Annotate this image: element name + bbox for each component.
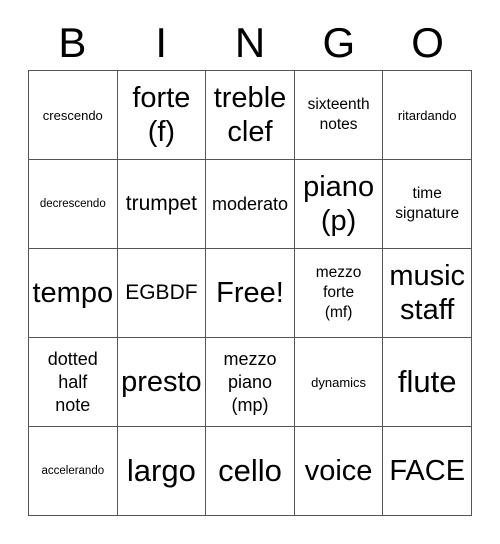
bingo-cell[interactable]: presto bbox=[117, 338, 207, 427]
bingo-cell-label: trumpet bbox=[125, 192, 197, 215]
bingo-cell[interactable]: dynamics bbox=[294, 338, 384, 427]
bingo-cell[interactable]: sixteenth notes bbox=[294, 71, 384, 160]
bingo-cell-label: mezzo forte (mf) bbox=[315, 264, 362, 321]
bingo-cell-label: music staff bbox=[389, 260, 466, 326]
bingo-cell[interactable]: treble clef bbox=[206, 71, 295, 160]
bingo-cell-label: decrescendo bbox=[39, 197, 106, 210]
bingo-cell[interactable]: flute bbox=[383, 338, 472, 427]
header-letter-o: O bbox=[411, 19, 444, 66]
bingo-cell[interactable]: EGBDF bbox=[117, 249, 207, 338]
bingo-cell-label: dynamics bbox=[311, 374, 367, 390]
bingo-cell[interactable]: ritardando bbox=[383, 71, 472, 160]
bingo-cell-label: mezzo piano (mp) bbox=[223, 348, 277, 415]
bingo-cell-label: forte (f) bbox=[132, 82, 191, 148]
bingo-cell[interactable]: piano (p) bbox=[294, 160, 384, 249]
bingo-cell[interactable]: tempo bbox=[29, 249, 118, 338]
bingo-cell-label: dotted half note bbox=[47, 348, 98, 415]
bingo-cell-label: piano (p) bbox=[303, 171, 375, 237]
bingo-cell-label: moderato bbox=[211, 193, 289, 214]
header-letter-b: B bbox=[58, 19, 87, 66]
bingo-card: B I N G O crescendo forte (f) treble clef s… bbox=[0, 0, 500, 544]
bingo-cell[interactable]: trumpet bbox=[117, 160, 207, 249]
bingo-cell[interactable]: dotted half note bbox=[29, 338, 118, 427]
bingo-cell-label: time signature bbox=[395, 185, 460, 222]
bingo-grid: crescendo forte (f) treble clef sixteenth n… bbox=[28, 70, 472, 516]
bingo-cell[interactable]: crescendo bbox=[29, 71, 118, 160]
bingo-cell-label: Free! bbox=[216, 277, 284, 309]
bingo-cell[interactable]: music staff bbox=[383, 249, 472, 338]
bingo-cell-label: accelerando bbox=[41, 464, 105, 477]
bingo-cell[interactable]: largo bbox=[117, 427, 207, 516]
bingo-cell-label: ritardando bbox=[397, 107, 457, 123]
bingo-cell-label: crescendo bbox=[42, 107, 103, 123]
bingo-cell-label: voice bbox=[304, 455, 373, 487]
header-letter-g: G bbox=[322, 19, 356, 66]
bingo-cell[interactable]: cello bbox=[206, 427, 295, 516]
bingo-cell-label: sixteenth notes bbox=[307, 96, 370, 133]
bingo-cell[interactable]: decrescendo bbox=[29, 160, 118, 249]
bingo-cell-label: cello bbox=[218, 453, 282, 488]
bingo-cell-label: treble clef bbox=[213, 82, 287, 148]
bingo-cell[interactable]: mezzo piano (mp) bbox=[206, 338, 295, 427]
bingo-cell-label: EGBDF bbox=[125, 281, 198, 304]
bingo-cell-label: tempo bbox=[32, 277, 114, 309]
bingo-cell[interactable]: moderato bbox=[206, 160, 295, 249]
bingo-cell[interactable]: Free! bbox=[206, 249, 295, 338]
header-letter-i: I bbox=[155, 19, 168, 66]
bingo-cell[interactable]: FACE bbox=[383, 427, 472, 516]
bingo-cell[interactable]: voice bbox=[294, 427, 384, 516]
bingo-cell[interactable]: accelerando bbox=[29, 427, 118, 516]
bingo-header-row: B I N G O bbox=[28, 16, 472, 70]
bingo-cell[interactable]: time signature bbox=[383, 160, 472, 249]
bingo-cell-label: largo bbox=[126, 453, 196, 488]
header-letter-n: N bbox=[234, 19, 266, 66]
bingo-cell-label: FACE bbox=[389, 455, 466, 487]
bingo-cell-label: flute bbox=[397, 364, 457, 399]
bingo-cell[interactable]: forte (f) bbox=[117, 71, 207, 160]
bingo-cell[interactable]: mezzo forte (mf) bbox=[294, 249, 384, 338]
bingo-cell-label: presto bbox=[121, 366, 202, 398]
